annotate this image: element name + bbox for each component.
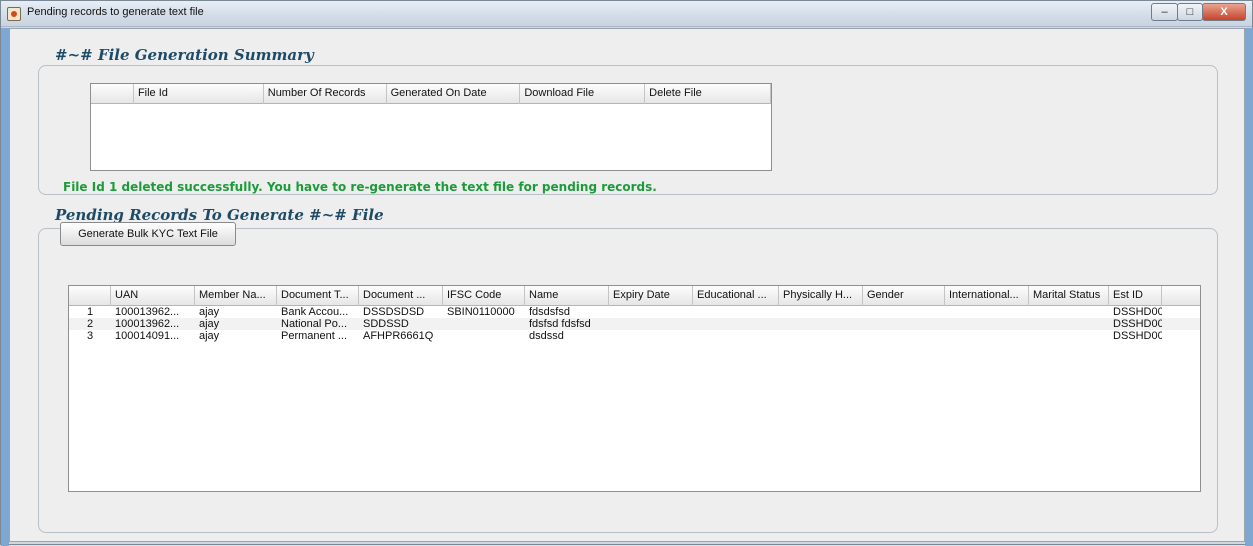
table-cell [693, 306, 779, 318]
summary-col-header[interactable]: Number Of Records [264, 84, 387, 104]
pending-col-header[interactable]: Document ... [359, 286, 443, 306]
window-frame-left [1, 28, 9, 546]
generate-bulk-kyc-button[interactable]: Generate Bulk KYC Text File [60, 222, 236, 246]
table-cell [609, 330, 693, 342]
pending-col-header[interactable]: UAN [111, 286, 195, 306]
maximize-button[interactable]: □ [1177, 3, 1203, 21]
table-cell: SBIN0110000 [447, 306, 515, 318]
table-cell: fdsdsfsd [529, 306, 570, 318]
table-cell: Bank Accou... [281, 306, 349, 318]
table-cell: DSSHD000... [1113, 330, 1162, 342]
pending-col-header[interactable]: Educational ... [693, 286, 779, 306]
table-cell [1029, 306, 1109, 318]
pending-col-header[interactable]: IFSC Code [443, 286, 525, 306]
table-cell [443, 318, 525, 330]
table-cell [945, 306, 1029, 318]
table-cell: DSSHD000... [1113, 318, 1162, 330]
table-cell: 1 [86, 306, 94, 318]
table-cell [779, 306, 863, 318]
table-cell: 3 [86, 330, 94, 342]
pending-table-body: 1 100013962... ajay Bank Accou... DSSDSDSD SB… [69, 306, 1200, 342]
status-message: File Id 1 deleted successfully. You have… [63, 180, 657, 194]
table-cell: SDDSSD [363, 318, 409, 330]
table-cell: AFHPR6661Q [363, 330, 434, 342]
summary-col-header[interactable]: Delete File [645, 84, 771, 104]
java-app-icon [7, 7, 21, 21]
pending-col-header[interactable]: Physically H... [779, 286, 863, 306]
table-cell [945, 330, 1029, 342]
table-cell: ajay [199, 330, 220, 342]
summary-col-header[interactable]: Generated On Date [387, 84, 521, 104]
close-button[interactable]: X [1202, 3, 1246, 21]
pending-col-header[interactable]: Member Na... [195, 286, 277, 306]
pending-col-header[interactable]: Marital Status [1029, 286, 1109, 306]
table-cell: 100013962... [115, 318, 180, 330]
table-cell: National Po... [281, 318, 348, 330]
table-cell: Permanent ... [281, 330, 348, 342]
table-cell: 100014091... [115, 330, 180, 342]
table-cell: DSSDSDSD [363, 306, 425, 318]
table-cell: ajay [199, 318, 220, 330]
table-cell [863, 306, 945, 318]
table-cell [863, 330, 945, 342]
window-frame-right [1245, 28, 1253, 546]
table-cell [609, 306, 693, 318]
table-cell [609, 318, 693, 330]
summary-col-header[interactable]: File Id [134, 84, 264, 104]
table-cell [863, 318, 945, 330]
table-cell [779, 318, 863, 330]
pending-col-header[interactable]: Expiry Date [609, 286, 693, 306]
table-cell [1029, 318, 1109, 330]
table-cell: 2 [86, 318, 94, 330]
table-cell [693, 330, 779, 342]
pending-col-header[interactable]: Document T... [277, 286, 359, 306]
pending-col-header[interactable]: International... [945, 286, 1029, 306]
table-cell: 100013962... [115, 306, 180, 318]
table-cell [1029, 330, 1109, 342]
pending-col-header[interactable]: Est ID [1109, 286, 1162, 306]
summary-title: #~# File Generation Summary [55, 46, 314, 64]
summary-table[interactable]: File Id Number Of Records Generated On Dat… [90, 83, 772, 171]
summary-col-header[interactable] [91, 84, 134, 104]
table-cell [693, 318, 779, 330]
table-cell: dsdssd [529, 330, 564, 342]
summary-table-header: File Id Number Of Records Generated On Dat… [91, 84, 771, 104]
summary-col-header[interactable]: Download File [520, 84, 646, 104]
minimize-button[interactable]: – [1151, 3, 1178, 21]
table-cell: fdsfsd fdsfsd [529, 318, 591, 330]
table-cell: ajay [199, 306, 220, 318]
table-cell: DSSHD000... [1113, 306, 1162, 318]
window-title: Pending records to generate text file [27, 6, 204, 18]
pending-col-header[interactable] [69, 286, 111, 306]
title-bar[interactable]: Pending records to generate text file – … [1, 1, 1252, 27]
app-window: Pending records to generate text file – … [0, 0, 1253, 546]
table-cell [443, 330, 525, 342]
table-cell [945, 318, 1029, 330]
pending-col-header[interactable]: Gender [863, 286, 945, 306]
table-cell [779, 330, 863, 342]
pending-table[interactable]: UAN Member Na... Document T... Document ...… [68, 285, 1201, 492]
table-row[interactable]: 2 100013962... ajay National Po... SDDSSD fds… [69, 318, 1200, 330]
pending-table-header: UAN Member Na... Document T... Document ...… [69, 286, 1200, 306]
table-row[interactable]: 3 100014091... ajay Permanent ... AFHPR6661Q… [69, 330, 1200, 342]
table-row[interactable]: 1 100013962... ajay Bank Accou... DSSDSDSD SB… [69, 306, 1200, 318]
pending-col-header[interactable]: Name [525, 286, 609, 306]
